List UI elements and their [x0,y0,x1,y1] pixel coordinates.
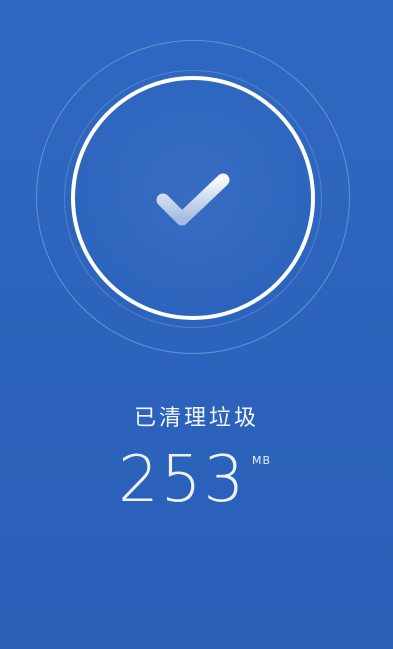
checkmark-icon [156,173,230,226]
clean-result-screen: 已清理垃圾 253 MB [0,0,393,649]
cleaned-amount: 253 MB [0,440,393,520]
cleaned-label: 已清理垃圾 [133,406,259,431]
cleaned-unit: MB [252,454,272,467]
cleaned-value: 253 [118,443,247,517]
